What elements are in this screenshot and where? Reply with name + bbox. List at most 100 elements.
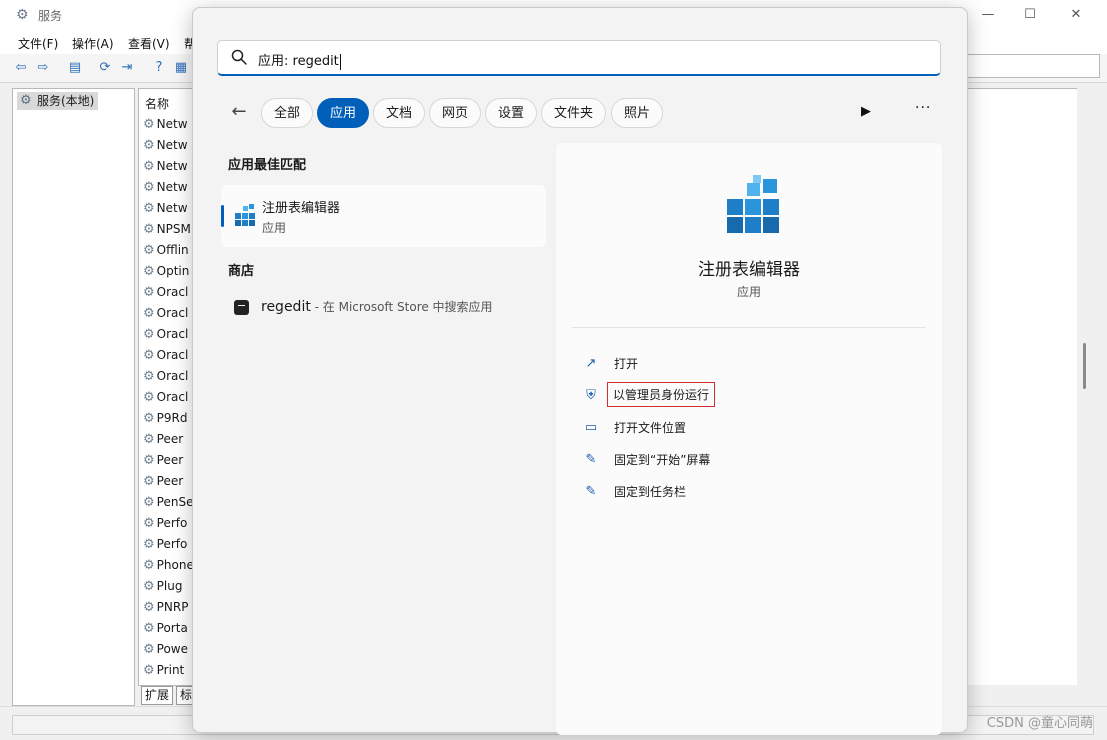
list-item[interactable]: ⚙ Oracl (143, 345, 188, 366)
gear-icon: ⚙ (143, 201, 155, 216)
properties-icon[interactable]: ▦ (172, 59, 190, 77)
list-item[interactable]: ⚙ PNRP (143, 597, 188, 618)
service-name: Print (156, 663, 185, 677)
action-pin-to-start[interactable]: ✎ 固定到“开始”屏幕 (574, 448, 924, 472)
search-input[interactable]: 应用: regedit (217, 40, 941, 76)
filter-folders[interactable]: 文件夹 (541, 98, 607, 128)
list-item[interactable]: ⚙ Peer (143, 471, 183, 492)
service-name: Netw (156, 138, 188, 152)
filter-all[interactable]: 全部 (261, 98, 314, 128)
list-item[interactable]: ⚙ Netw (143, 156, 188, 177)
tree-item-services-local[interactable]: ⚙ 服务(本地) (17, 92, 99, 110)
list-item[interactable]: ⚙ Oracl (143, 366, 188, 387)
export-icon[interactable]: ⇥ (118, 59, 136, 77)
action-open-file-location[interactable]: ▭ 打开文件位置 (574, 416, 924, 440)
list-item[interactable]: ⚙ Oracl (143, 282, 188, 303)
forward-arrow-icon[interactable]: ⇨ (34, 59, 52, 77)
minimize-button[interactable]: — (968, 4, 1008, 26)
list-item[interactable]: ⚙ Porta (143, 618, 188, 639)
list-item[interactable]: ⚙ Perfo (143, 513, 187, 534)
service-name: Perfo (156, 537, 188, 551)
list-item[interactable]: ⚙ Perfo (143, 534, 187, 555)
list-item[interactable]: ⚙ Phone (143, 555, 194, 576)
gear-icon: ⚙ (20, 93, 32, 108)
gear-icon: ⚙ (143, 327, 155, 342)
list-item[interactable]: ⚙ PenSe (143, 492, 193, 513)
filter-bar: ← 全部 应用 文档 网页 设置 文件夹 照片 ▶ ··· (193, 96, 967, 130)
tab-extended[interactable]: 扩展 (141, 686, 174, 705)
action-pin-to-taskbar[interactable]: ✎ 固定到任务栏 (574, 480, 924, 504)
tree-item-label: 服务(本地) (37, 94, 95, 108)
services-list: 名称 ⚙ Netw ⚙ Netw ⚙ Netw ⚙ Netw ⚙ Netw ⚙ NPSM ⚙ Offlin… (138, 88, 200, 686)
filter-apps[interactable]: 应用 (317, 98, 370, 128)
gear-icon: ⚙ (143, 180, 155, 195)
service-name: PenSe (156, 495, 194, 509)
back-arrow-icon[interactable]: ← (225, 100, 253, 126)
back-arrow-icon[interactable]: ⇦ (12, 59, 30, 77)
list-item[interactable]: ⚙ P9Rd (143, 408, 187, 429)
refresh-icon[interactable]: ⟳ (96, 59, 114, 77)
best-match-result[interactable]: 注册表编辑器 应用 (221, 185, 546, 247)
gear-icon: ⚙ (143, 558, 155, 573)
services-header-panel (966, 54, 1100, 78)
vertical-scrollbar[interactable] (1077, 88, 1095, 684)
menu-action[interactable]: 操作(A) (72, 35, 114, 52)
service-name: Oracl (156, 327, 189, 341)
menu-view[interactable]: 查看(V) (128, 35, 170, 52)
list-item[interactable]: ⚙ Peer (143, 450, 183, 471)
close-button[interactable]: ✕ (1056, 4, 1096, 26)
list-item[interactable]: ⚙ Plug (143, 576, 182, 597)
watermark: CSDN @童心同萌 (986, 716, 1093, 731)
list-item[interactable]: ⚙ Netw (143, 135, 188, 156)
scrollbar-thumb[interactable] (1083, 343, 1086, 389)
play-icon[interactable]: ▶ (861, 104, 871, 119)
filter-web[interactable]: 网页 (429, 98, 482, 128)
menu-file[interactable]: 文件(F) (18, 35, 58, 52)
service-name: PNRP (156, 600, 189, 614)
gear-icon: ⚙ (143, 159, 155, 174)
action-open[interactable]: ↗ 打开 (574, 352, 924, 376)
detail-pane: 注册表编辑器 应用 ↗ 打开 ⛨ 以管理员身份运行 ▭ 打开文件位置 ✎ 固定到… (556, 143, 942, 735)
gear-icon: ⚙ (143, 348, 155, 363)
more-options-icon[interactable]: ··· (915, 100, 931, 116)
divider (572, 327, 926, 328)
list-item[interactable]: ⚙ Netw (143, 177, 188, 198)
list-item[interactable]: ⚙ Peer (143, 429, 183, 450)
search-icon (231, 49, 247, 65)
list-item[interactable]: ⚙ Optin (143, 261, 189, 282)
gear-icon: ⚙ (143, 285, 155, 300)
action-label: 以管理员身份运行 (607, 382, 716, 407)
gear-icon: ⚙ (143, 474, 155, 489)
list-item[interactable]: ⚙ NPSM (143, 219, 191, 240)
gear-icon: ⚙ (143, 642, 155, 657)
gear-icon: ⚙ (143, 222, 155, 237)
service-name: Netw (156, 159, 188, 173)
list-item[interactable]: ⚙ Print (143, 660, 184, 681)
list-item[interactable]: ⚙ Oracl (143, 387, 188, 408)
list-item[interactable]: ⚙ Powe (143, 639, 188, 660)
store-result[interactable]: regedit - 在 Microsoft Store 中搜索应用 (221, 293, 546, 323)
help-icon[interactable]: ? (150, 59, 168, 77)
service-name: Netw (156, 201, 188, 215)
service-name: Peer (156, 474, 184, 488)
pin-icon: ✎ (585, 452, 597, 467)
console-tree-icon[interactable]: ▤ (66, 59, 84, 77)
list-item[interactable]: ⚙ Netw (143, 198, 188, 219)
list-item[interactable]: ⚙ Oracl (143, 324, 188, 345)
filter-settings[interactable]: 设置 (485, 98, 538, 128)
gear-icon: ⚙ (143, 516, 155, 531)
service-name: Optin (156, 264, 190, 278)
list-item[interactable]: ⚙ Offlin (143, 240, 189, 261)
action-run-as-admin[interactable]: ⛨ 以管理员身份运行 (574, 382, 924, 408)
list-item[interactable]: ⚙ Oracl (143, 303, 188, 324)
maximize-button[interactable]: ☐ (1010, 4, 1050, 26)
filter-documents[interactable]: 文档 (373, 98, 426, 128)
gear-icon: ⚙ (143, 621, 155, 636)
service-name: P9Rd (156, 411, 188, 425)
service-name: NPSM (156, 222, 191, 236)
store-heading: 商店 (228, 264, 255, 279)
action-label: 打开文件位置 (614, 421, 687, 435)
list-item[interactable]: ⚙ Netw (143, 114, 188, 135)
filter-photos[interactable]: 照片 (611, 98, 664, 128)
column-header-name[interactable]: 名称 (145, 95, 169, 112)
